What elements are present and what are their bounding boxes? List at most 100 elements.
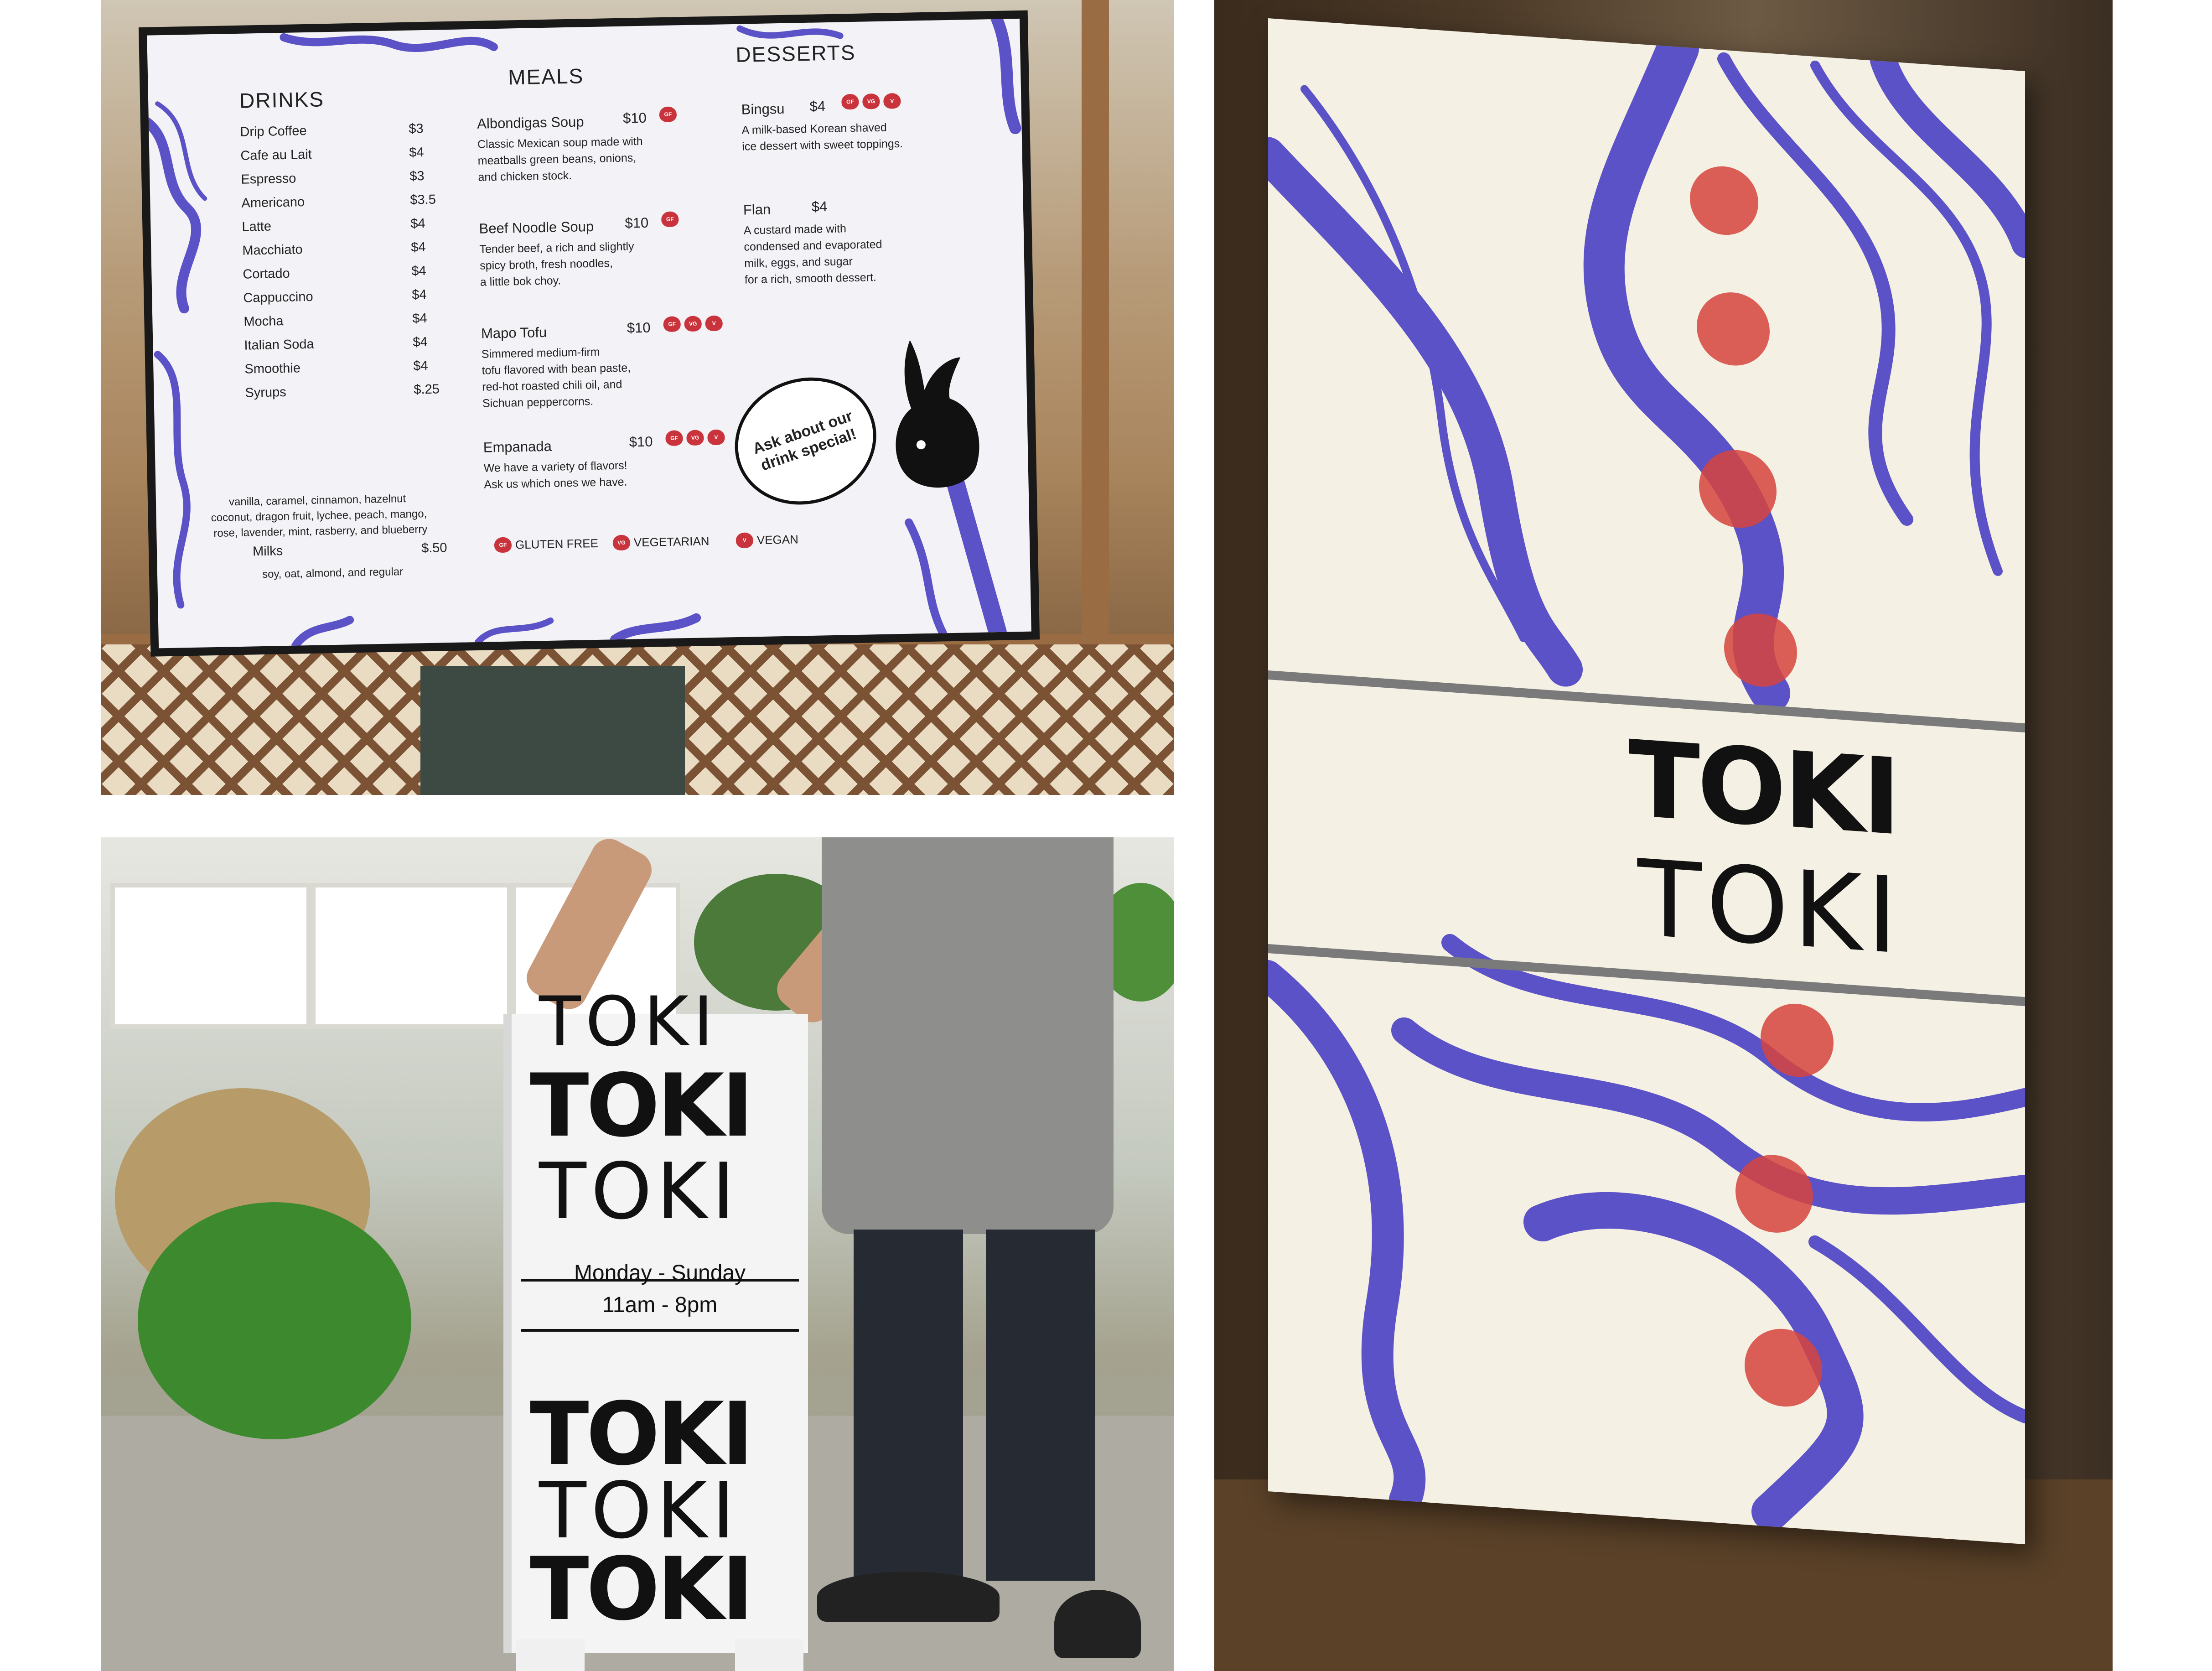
sneaker [817,1572,1000,1622]
vg-tag-icon: VG [684,316,702,332]
dessert-name: Flan [743,201,771,218]
drink-name: Cortado [243,266,290,282]
dessert-price: $4 [811,198,828,215]
drink-row: Macchiato $4 [242,239,447,258]
menu-screen: DRINKS Drip Coffee $3 Cafe au Lait $4 Espres… [139,10,1040,657]
v-tag-icon: V [736,532,754,549]
metal-box [420,666,685,795]
drink-name: Cappuccino [243,289,313,306]
menu-content: DRINKS Drip Coffee $3 Cafe au Lait $4 Espres… [147,19,1031,648]
drink-name: Americano [241,195,305,211]
legend-label: VEGETARIAN [633,534,710,550]
fern-plant [138,1202,411,1439]
meal-name: Empanada [483,438,552,456]
drink-row: Cappuccino $4 [243,287,448,306]
dessert-price: $4 [809,98,826,114]
sneaker [1054,1590,1141,1658]
drink-name: Latte [242,219,272,234]
drink-price: $4 [412,311,427,326]
bunny-icon [896,340,979,488]
window [311,883,512,1029]
drink-row: Latte $4 [242,216,447,234]
drink-price: $3.5 [410,192,436,208]
vg-tag-icon: VG [686,430,704,446]
milks-desc: soy, oat, almond, and regular [262,566,404,581]
gf-tag-icon: GF [659,106,677,123]
legend-label: VEGAN [756,532,799,547]
drink-price: $4 [412,287,427,302]
gf-tag-icon: GF [665,430,683,446]
dessert-desc: A custard made with condensed and evapor… [743,222,882,286]
a-frame-sign-photo: TOKI TOKI TOKI Monday - Sunday 11am - 8p… [101,837,1174,1671]
drink-price: $4 [411,263,426,279]
drink-row: Smoothie $4 [244,358,450,377]
legend-label: GLUTEN FREE [515,536,599,552]
a-frame-sign: TOKI TOKI TOKI Monday - Sunday 11am - 8p… [512,982,808,1671]
gf-tag-icon: GF [661,211,679,228]
drink-price: $3 [409,121,424,136]
hours-days: Monday - Sunday [574,1261,746,1285]
logo-solid: TOKI [530,1539,754,1640]
v-tag-icon: V [707,429,725,446]
vg-tag-icon: VG [862,93,880,109]
drink-price: $4 [413,358,428,374]
meal-price: $10 [622,109,647,126]
divider [521,1329,799,1332]
meal-desc: Tender beef, a rich and slightly spicy b… [479,240,634,289]
meal-name: Beef Noodle Soup [479,218,594,237]
bubble-text: Ask about our drink special! [750,407,859,474]
diet-legend: GF GLUTEN FREE VG VEGETARIAN V VEGAN [147,19,1020,553]
drink-row: Cafe au Lait $4 [240,145,446,163]
meal-desc: We have a variety of flavors! Ask us whi… [483,459,627,491]
meal-name: Mapo Tofu [481,324,547,342]
drink-name: Italian Soda [244,337,314,353]
sign-leg [516,1639,585,1671]
drink-row: Drip Coffee $3 [240,121,445,140]
meal-desc: Classic Mexican soup made with meatballs… [477,135,643,184]
menu-board-photo: DRINKS Drip Coffee $3 Cafe au Lait $4 Espres… [101,0,1174,795]
logo-thin-partial: TOKI [539,982,718,1062]
meal-price: $10 [627,319,651,336]
drink-price: $3 [409,169,425,184]
drink-special-bubble: Ask about our drink special! [717,358,894,524]
dessert-name: Bingsu [741,100,785,118]
drinks-list: Drip Coffee $3 Cafe au Lait $4 Espresso $3 Ame… [147,19,1020,400]
drink-price: $4 [411,240,426,255]
vg-tag-icon: VG [612,535,631,551]
drink-price: $4 [413,334,428,350]
toki-poster: TOKI TOKI [1268,18,2025,1545]
logo-thin: TOKI [539,1147,740,1237]
desserts-list: Bingsu $4 GF VG V A milk-based Korean shaved … [147,19,1020,286]
drink-row: Syrups $.25 [245,382,450,400]
dessert-desc: A milk-based Korean shaved ice dessert w… [741,121,903,153]
drink-name: Smoothie [244,361,301,377]
drink-name: Espresso [241,171,296,187]
drink-name: Macchiato [242,242,303,258]
hours-time: 11am - 8pm [602,1293,718,1317]
milks-row: Milks $.50 [253,540,458,559]
drink-name: Cafe au Lait [240,147,312,163]
poster-photo: TOKI TOKI [1214,0,2113,1671]
drink-price: $4 [410,216,425,231]
meal-price: $10 [625,214,649,231]
drink-price: $.25 [414,382,440,397]
milks-name: Milks [252,544,283,559]
drink-name: Drip Coffee [240,123,307,140]
drink-row: Espresso $3 [241,168,446,187]
apron [822,837,1114,1234]
gf-tag-icon: GF [663,316,681,332]
drink-row: Americano $3.5 [241,192,446,211]
milks-price: $.50 [421,540,447,556]
sign-leg [735,1639,803,1671]
window [110,883,311,1029]
v-tag-icon: V [705,315,723,332]
meals-list: Albondigas Soup $10 GF Classic Mexican soup… [147,19,1020,491]
poster-logo-solid: TOKI [1628,718,1899,859]
meals-title: MEALS [508,64,584,89]
logo-solid: TOKI [530,1055,754,1156]
meal-price: $10 [629,433,653,450]
desserts-title: DESSERTS [735,40,856,67]
drinks-title: DRINKS [239,87,325,113]
meal-name: Albondigas Soup [477,114,584,132]
gf-tag-icon: GF [841,93,859,110]
